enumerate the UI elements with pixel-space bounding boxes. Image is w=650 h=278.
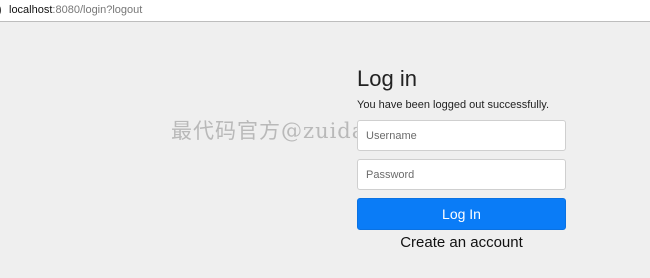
- page-title: Log in: [357, 66, 417, 91]
- username-input[interactable]: [357, 120, 566, 151]
- login-button[interactable]: Log In: [357, 198, 566, 230]
- password-input[interactable]: [357, 159, 566, 190]
- url-text[interactable]: localhost:8080/login?logout: [9, 4, 142, 17]
- info-icon[interactable]: ): [0, 3, 2, 17]
- create-account-link[interactable]: Create an account: [357, 233, 566, 252]
- address-bar[interactable]: ) localhost:8080/login?logout: [0, 0, 650, 22]
- url-path: :8080/login?logout: [52, 4, 143, 16]
- url-host: localhost: [9, 4, 53, 16]
- logout-message: You have been logged out successfully.: [357, 99, 550, 111]
